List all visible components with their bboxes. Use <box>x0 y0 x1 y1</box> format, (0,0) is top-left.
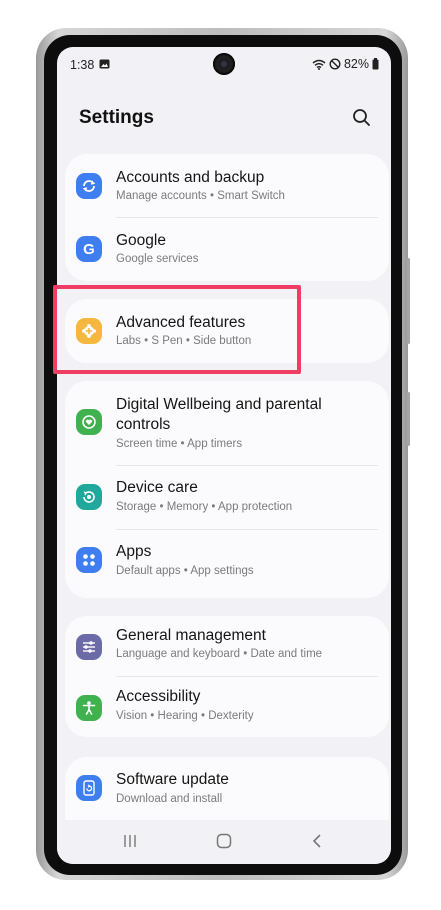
gallery-icon <box>99 59 110 69</box>
heart-circle-icon <box>76 409 102 435</box>
item-subtitle: Screen time • App timers <box>116 438 243 450</box>
item-title: General management <box>116 627 266 644</box>
settings-group-accounts: Accounts and backup Manage accounts • Sm… <box>65 154 389 281</box>
search-icon <box>353 109 370 126</box>
status-indicators: 82% <box>312 57 379 71</box>
navigation-bar <box>57 820 391 864</box>
wifi-icon <box>312 59 326 70</box>
sync-icon <box>76 173 102 199</box>
back-icon <box>312 834 321 848</box>
item-title: Digital Wellbeing and parental controls <box>116 396 322 433</box>
recents-button[interactable] <box>110 828 150 854</box>
accessibility-icon <box>76 695 102 721</box>
battery-icon <box>372 58 379 70</box>
volume-key <box>407 258 410 344</box>
back-button[interactable] <box>297 828 337 854</box>
settings-item-accounts-and-backup[interactable]: Accounts and backup Manage accounts • Sm… <box>65 154 389 217</box>
highlight-box <box>53 285 301 374</box>
item-subtitle: Google services <box>116 253 199 265</box>
power-key <box>407 392 410 446</box>
settings-item-digital-wellbeing[interactable]: Digital Wellbeing and parental controls … <box>65 381 389 464</box>
battery-percent: 82% <box>343 57 369 71</box>
screen: 1:38 82% Settings Accounts and backup Ma… <box>57 47 391 864</box>
settings-item-accessibility[interactable]: Accessibility Vision • Hearing • Dexteri… <box>65 677 389 737</box>
status-bar: 1:38 82% <box>57 47 391 83</box>
apps-grid-icon <box>76 547 102 573</box>
settings-item-software-update[interactable]: Software update Download and install <box>65 757 389 821</box>
item-subtitle: Default apps • App settings <box>116 565 254 577</box>
item-subtitle: Language and keyboard • Date and time <box>116 648 323 660</box>
sliders-icon <box>76 634 102 660</box>
home-icon <box>216 833 232 849</box>
item-subtitle: Download and install <box>116 793 223 805</box>
settings-item-apps[interactable]: Apps Default apps • App settings <box>65 530 389 598</box>
search-button[interactable] <box>349 105 375 131</box>
item-title: Software update <box>116 771 229 788</box>
status-time: 1:38 <box>70 58 95 72</box>
settings-group-general: General management Language and keyboard… <box>65 616 389 737</box>
item-title: Accessibility <box>116 688 201 705</box>
front-camera <box>213 53 235 75</box>
item-title: Apps <box>116 543 152 560</box>
item-subtitle: Manage accounts • Smart Switch <box>116 190 285 202</box>
item-title: Google <box>116 232 166 249</box>
do-not-disturb-icon <box>329 58 341 70</box>
item-subtitle: Vision • Hearing • Dexterity <box>116 710 254 722</box>
recents-icon <box>124 835 136 847</box>
item-title: Accounts and backup <box>116 169 265 186</box>
item-subtitle: Storage • Memory • App protection <box>116 501 293 513</box>
item-title: Device care <box>116 479 198 496</box>
device-care-icon <box>76 484 102 510</box>
settings-item-device-care[interactable]: Device care Storage • Memory • App prote… <box>65 466 389 529</box>
google-icon: G <box>76 236 102 262</box>
home-button[interactable] <box>204 828 244 854</box>
page-title: Settings <box>79 107 154 128</box>
update-icon <box>76 775 102 801</box>
settings-item-general-management[interactable]: General management Language and keyboard… <box>65 616 389 676</box>
settings-item-google[interactable]: G Google Google services <box>65 218 389 281</box>
settings-group-device: Digital Wellbeing and parental controls … <box>65 381 389 598</box>
